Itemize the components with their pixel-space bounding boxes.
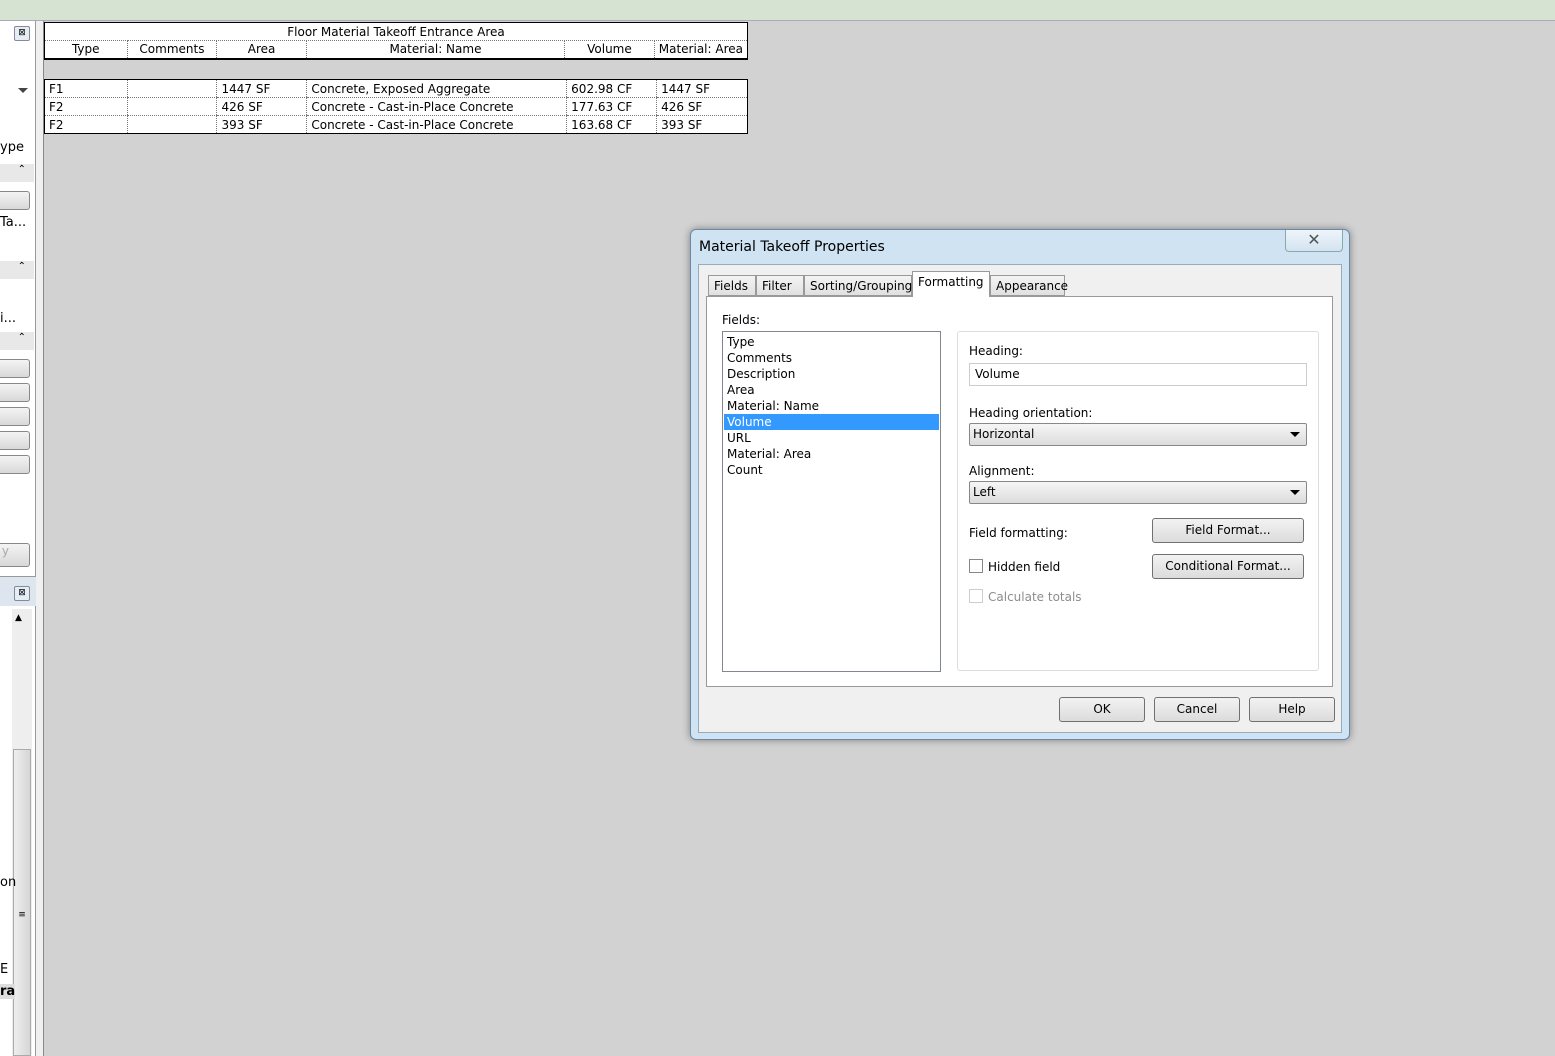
conditional-format-button[interactable]: Conditional Format... [1152, 554, 1304, 579]
table-row[interactable]: F1 1447 SF Concrete, Exposed Aggregate 602.… [44, 79, 748, 98]
panel-button[interactable] [0, 383, 30, 402]
hidden-field-label: Hidden field [988, 560, 1061, 574]
table-row[interactable]: F2 393 SF Concrete - Cast-in-Place Concret… [44, 115, 748, 134]
tab-appearance[interactable]: Appearance [990, 275, 1068, 296]
heading-orientation-label: Heading orientation: [969, 406, 1093, 420]
table-cell[interactable]: Concrete, Exposed Aggregate [306, 79, 567, 98]
alignment-select[interactable]: Left [969, 481, 1307, 504]
field-list-item[interactable]: URL [724, 430, 939, 446]
field-list-item[interactable]: Volume [724, 414, 939, 430]
field-list-item[interactable]: Count [724, 462, 939, 478]
field-list-item[interactable]: Material: Name [724, 398, 939, 414]
table-cell[interactable]: 177.63 CF [566, 97, 657, 116]
heading-input[interactable]: Volume [969, 363, 1307, 386]
panel-value: i... [0, 311, 17, 326]
tab-sorting-grouping[interactable]: Sorting/Grouping [804, 275, 912, 296]
panel-button[interactable] [0, 191, 30, 210]
alignment-label: Alignment: [969, 464, 1035, 478]
close-panel-icon[interactable]: ⊠ [14, 586, 30, 601]
top-bar [0, 0, 1555, 21]
column-header[interactable]: Type [44, 40, 128, 60]
close-icon[interactable]: ✕ [1285, 230, 1343, 252]
field-list-item[interactable]: Comments [724, 350, 939, 366]
fields-label: Fields: [722, 313, 760, 327]
schedule-header: Floor Material Takeoff Entrance Area Typ… [44, 22, 748, 60]
section-collapse-icon[interactable]: ⌃ [0, 332, 34, 350]
properties-panel: ⊠ ype ⌃ Ta... ⌃ i... ⌃ y ⊠ ▲ ≡ on E ra [0, 21, 36, 1056]
panel-splitter[interactable] [36, 21, 44, 1056]
panel-button[interactable] [0, 407, 30, 426]
calculate-totals-checkbox[interactable] [969, 589, 983, 603]
section-collapse-icon[interactable]: ⌃ [0, 164, 34, 182]
formatting-panel: Fields: Type Comments Description Area Mater… [706, 296, 1333, 687]
table-cell[interactable]: 393 SF [216, 115, 307, 134]
close-panel-icon[interactable]: ⊠ [14, 26, 30, 41]
cancel-button[interactable]: Cancel [1154, 697, 1240, 722]
heading-orientation-select[interactable]: Horizontal [969, 423, 1307, 446]
dialog-title: Material Takeoff Properties [699, 239, 885, 255]
chevron-down-icon [1290, 490, 1300, 495]
table-cell[interactable]: 426 SF [216, 97, 307, 116]
table-row[interactable]: F2 426 SF Concrete - Cast-in-Place Concret… [44, 97, 748, 116]
table-cell[interactable]: Concrete - Cast-in-Place Concrete [306, 97, 567, 116]
hidden-field-checkbox[interactable] [969, 559, 983, 573]
table-cell[interactable]: F2 [44, 115, 128, 134]
calculate-totals-label: Calculate totals [988, 590, 1082, 604]
alignment-value: Left [973, 485, 996, 499]
tab-formatting[interactable]: Formatting [912, 271, 990, 297]
table-cell[interactable]: 1447 SF [656, 79, 748, 98]
column-header[interactable]: Area [216, 40, 307, 60]
chevron-down-icon [1290, 432, 1300, 437]
heading-label: Heading: [969, 344, 1023, 358]
apply-button[interactable]: y [0, 543, 30, 567]
scroll-thumb[interactable]: ≡ [13, 749, 31, 1056]
panel-button[interactable] [0, 359, 30, 378]
column-header[interactable]: Volume [564, 40, 655, 60]
table-cell[interactable]: 393 SF [656, 115, 748, 134]
material-takeoff-properties-dialog: Material Takeoff Properties ✕ Fields Fil… [690, 229, 1350, 740]
tab-filter[interactable]: Filter [756, 275, 804, 296]
field-list-item[interactable]: Material: Area [724, 446, 939, 462]
field-list-item[interactable]: Description [724, 366, 939, 382]
table-cell[interactable]: 163.68 CF [566, 115, 657, 134]
scroll-up-icon[interactable]: ▲ [15, 613, 22, 623]
table-cell[interactable]: 602.98 CF [566, 79, 657, 98]
field-list-item[interactable]: Area [724, 382, 939, 398]
schedule-body: F1 1447 SF Concrete, Exposed Aggregate 602.… [44, 79, 748, 134]
ok-button[interactable]: OK [1059, 697, 1145, 722]
field-formatting-label: Field formatting: [969, 526, 1068, 540]
browser-item-selected[interactable]: ra [0, 984, 16, 999]
tab-fields[interactable]: Fields [708, 275, 756, 296]
column-header[interactable]: Comments [126, 40, 217, 60]
type-label: ype [0, 140, 24, 155]
table-cell[interactable] [126, 97, 217, 116]
table-cell[interactable]: 1447 SF [216, 79, 307, 98]
schedule-title: Floor Material Takeoff Entrance Area [44, 22, 748, 41]
panel-value: Ta... [0, 215, 27, 230]
help-button[interactable]: Help [1249, 697, 1335, 722]
table-cell[interactable] [126, 115, 217, 134]
column-header[interactable]: Material: Name [305, 40, 565, 60]
orientation-value: Horizontal [973, 427, 1035, 441]
table-cell[interactable] [126, 79, 217, 98]
table-cell[interactable]: Concrete - Cast-in-Place Concrete [306, 115, 567, 134]
table-cell[interactable]: F1 [44, 79, 128, 98]
panel-button[interactable] [0, 431, 30, 450]
table-cell[interactable]: F2 [44, 97, 128, 116]
browser-item[interactable]: on [0, 875, 16, 890]
dropdown-arrow-icon[interactable] [18, 88, 28, 93]
field-list-item[interactable]: Type [724, 334, 939, 350]
fields-list[interactable]: Type Comments Description Area Material: Nam… [722, 331, 941, 672]
table-cell[interactable]: 426 SF [656, 97, 748, 116]
apply-label: y [1, 544, 9, 558]
panel-button[interactable] [0, 455, 30, 474]
field-properties-group: Heading: Volume Heading orientation: Hor… [957, 331, 1319, 671]
section-collapse-icon[interactable]: ⌃ [0, 261, 34, 279]
field-format-button[interactable]: Field Format... [1152, 518, 1304, 543]
browser-item[interactable]: E [0, 962, 8, 977]
column-header[interactable]: Material: Area [653, 40, 748, 60]
